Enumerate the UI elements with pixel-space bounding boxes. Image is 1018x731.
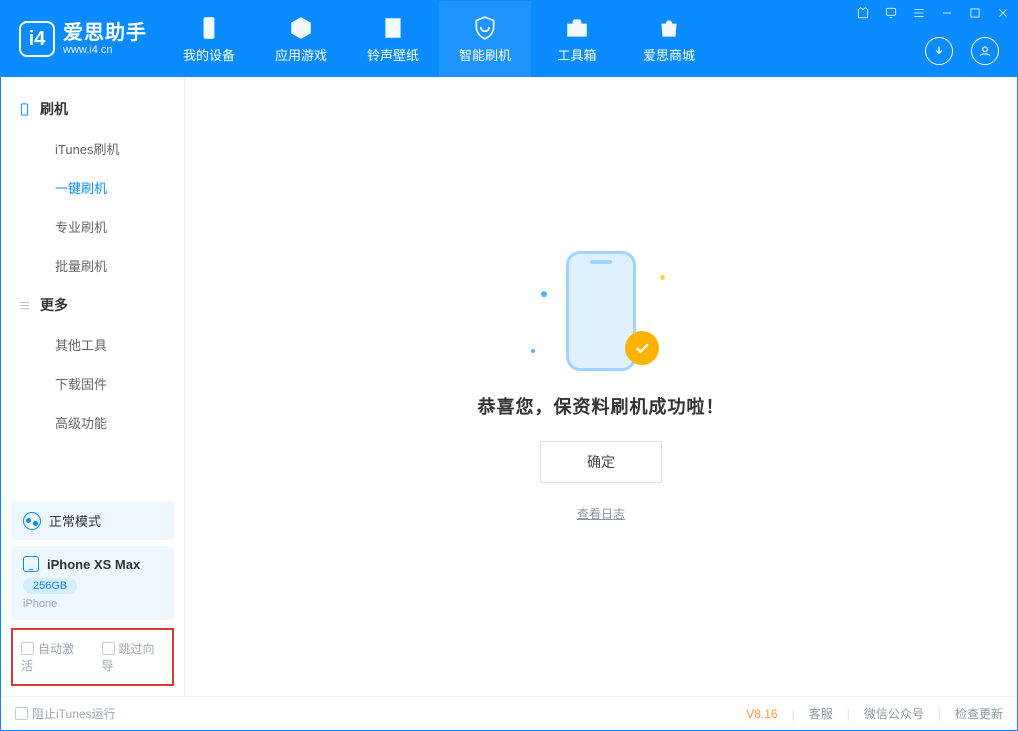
toolbox-icon (564, 15, 590, 41)
device-capacity: 256GB (23, 578, 77, 594)
device-name: iPhone XS Max (47, 557, 140, 572)
check-badge-icon (625, 331, 659, 365)
nav-apps[interactable]: 应用游戏 (255, 1, 347, 77)
version-label: V8.16 (746, 707, 777, 721)
checkbox-icon[interactable] (15, 707, 28, 720)
cube-icon (288, 15, 314, 41)
bag-icon (656, 15, 682, 41)
download-icon[interactable] (925, 37, 953, 65)
nav-media[interactable]: 铃声壁纸 (347, 1, 439, 77)
success-illustration (531, 251, 671, 371)
support-link[interactable]: 客服 (809, 705, 833, 722)
status-bar: 阻止iTunes运行 V8.16 | 客服 | 微信公众号 | 检查更新 (1, 696, 1017, 730)
app-header: i4 爱思助手 www.i4.cn 我的设备 应用游戏 铃声壁纸 智能刷机 工具… (1, 1, 1017, 77)
sidebar-section-more-label: 更多 (40, 295, 68, 315)
app-subtitle: www.i4.cn (63, 44, 147, 56)
skin-icon[interactable] (855, 5, 871, 21)
mode-icon (23, 512, 41, 530)
sidebar-item-advanced[interactable]: 高级功能 (1, 403, 184, 442)
nav-media-label: 铃声壁纸 (367, 45, 419, 64)
view-log-link[interactable]: 查看日志 (577, 505, 625, 522)
mode-label: 正常模式 (49, 511, 101, 530)
sidebar-item-itunes[interactable]: iTunes刷机 (1, 129, 184, 168)
menu-icon[interactable] (911, 5, 927, 21)
phone-icon (196, 15, 222, 41)
skip-guide-option[interactable]: 跳过向导 (102, 640, 165, 674)
sidebar-section-flash: 刷机 (1, 89, 184, 129)
top-nav: 我的设备 应用游戏 铃声壁纸 智能刷机 工具箱 爱思商城 (163, 1, 715, 77)
block-itunes-label: 阻止iTunes运行 (32, 707, 116, 721)
note-icon (380, 15, 406, 41)
nav-apps-label: 应用游戏 (275, 45, 327, 64)
sidebar-item-oneclick[interactable]: 一键刷机 (1, 168, 184, 207)
sidebar-section-more: 更多 (1, 285, 184, 325)
device-card[interactable]: iPhone XS Max 256GB iPhone (11, 546, 174, 620)
list-icon (17, 298, 32, 313)
nav-device[interactable]: 我的设备 (163, 1, 255, 77)
sidebar-section-flash-label: 刷机 (40, 99, 68, 119)
header-actions (925, 37, 999, 65)
nav-flash[interactable]: 智能刷机 (439, 1, 531, 77)
close-button[interactable] (995, 5, 1011, 21)
window-controls (855, 5, 1011, 21)
checkbox-icon[interactable] (21, 642, 34, 655)
logo: i4 爱思助手 www.i4.cn (1, 1, 163, 77)
checkbox-icon[interactable] (102, 642, 115, 655)
nav-flash-label: 智能刷机 (459, 45, 511, 64)
nav-tools-label: 工具箱 (557, 45, 596, 64)
logo-icon: i4 (19, 21, 55, 57)
highlighted-options: 自动激活 跳过向导 (11, 628, 174, 686)
sidebar-item-firmware[interactable]: 下载固件 (1, 364, 184, 403)
minimize-button[interactable] (939, 5, 955, 21)
app-title: 爱思助手 (63, 22, 147, 44)
block-itunes-option[interactable]: 阻止iTunes运行 (15, 705, 116, 722)
phone-outline-icon (17, 102, 32, 117)
device-type: iPhone (23, 598, 162, 610)
user-icon[interactable] (971, 37, 999, 65)
maximize-button[interactable] (967, 5, 983, 21)
success-message: 恭喜您，保资料刷机成功啦！ (478, 393, 725, 419)
wechat-link[interactable]: 微信公众号 (864, 705, 924, 722)
auto-activate-option[interactable]: 自动激活 (21, 640, 84, 674)
refresh-shield-icon (472, 15, 498, 41)
sidebar: 刷机 iTunes刷机 一键刷机 专业刷机 批量刷机 更多 其他工具 下载固件 … (1, 77, 185, 696)
ok-button[interactable]: 确定 (540, 441, 662, 483)
nav-device-label: 我的设备 (183, 45, 235, 64)
sidebar-item-batch[interactable]: 批量刷机 (1, 246, 184, 285)
device-phone-icon (23, 556, 39, 572)
sidebar-item-pro[interactable]: 专业刷机 (1, 207, 184, 246)
mode-card[interactable]: 正常模式 (11, 501, 174, 540)
main-content: 恭喜您，保资料刷机成功啦！ 确定 查看日志 (185, 77, 1017, 696)
feedback-icon[interactable] (883, 5, 899, 21)
update-link[interactable]: 检查更新 (955, 705, 1003, 722)
sidebar-item-other[interactable]: 其他工具 (1, 325, 184, 364)
nav-tools[interactable]: 工具箱 (531, 1, 623, 77)
nav-store-label: 爱思商城 (643, 45, 695, 64)
nav-store[interactable]: 爱思商城 (623, 1, 715, 77)
